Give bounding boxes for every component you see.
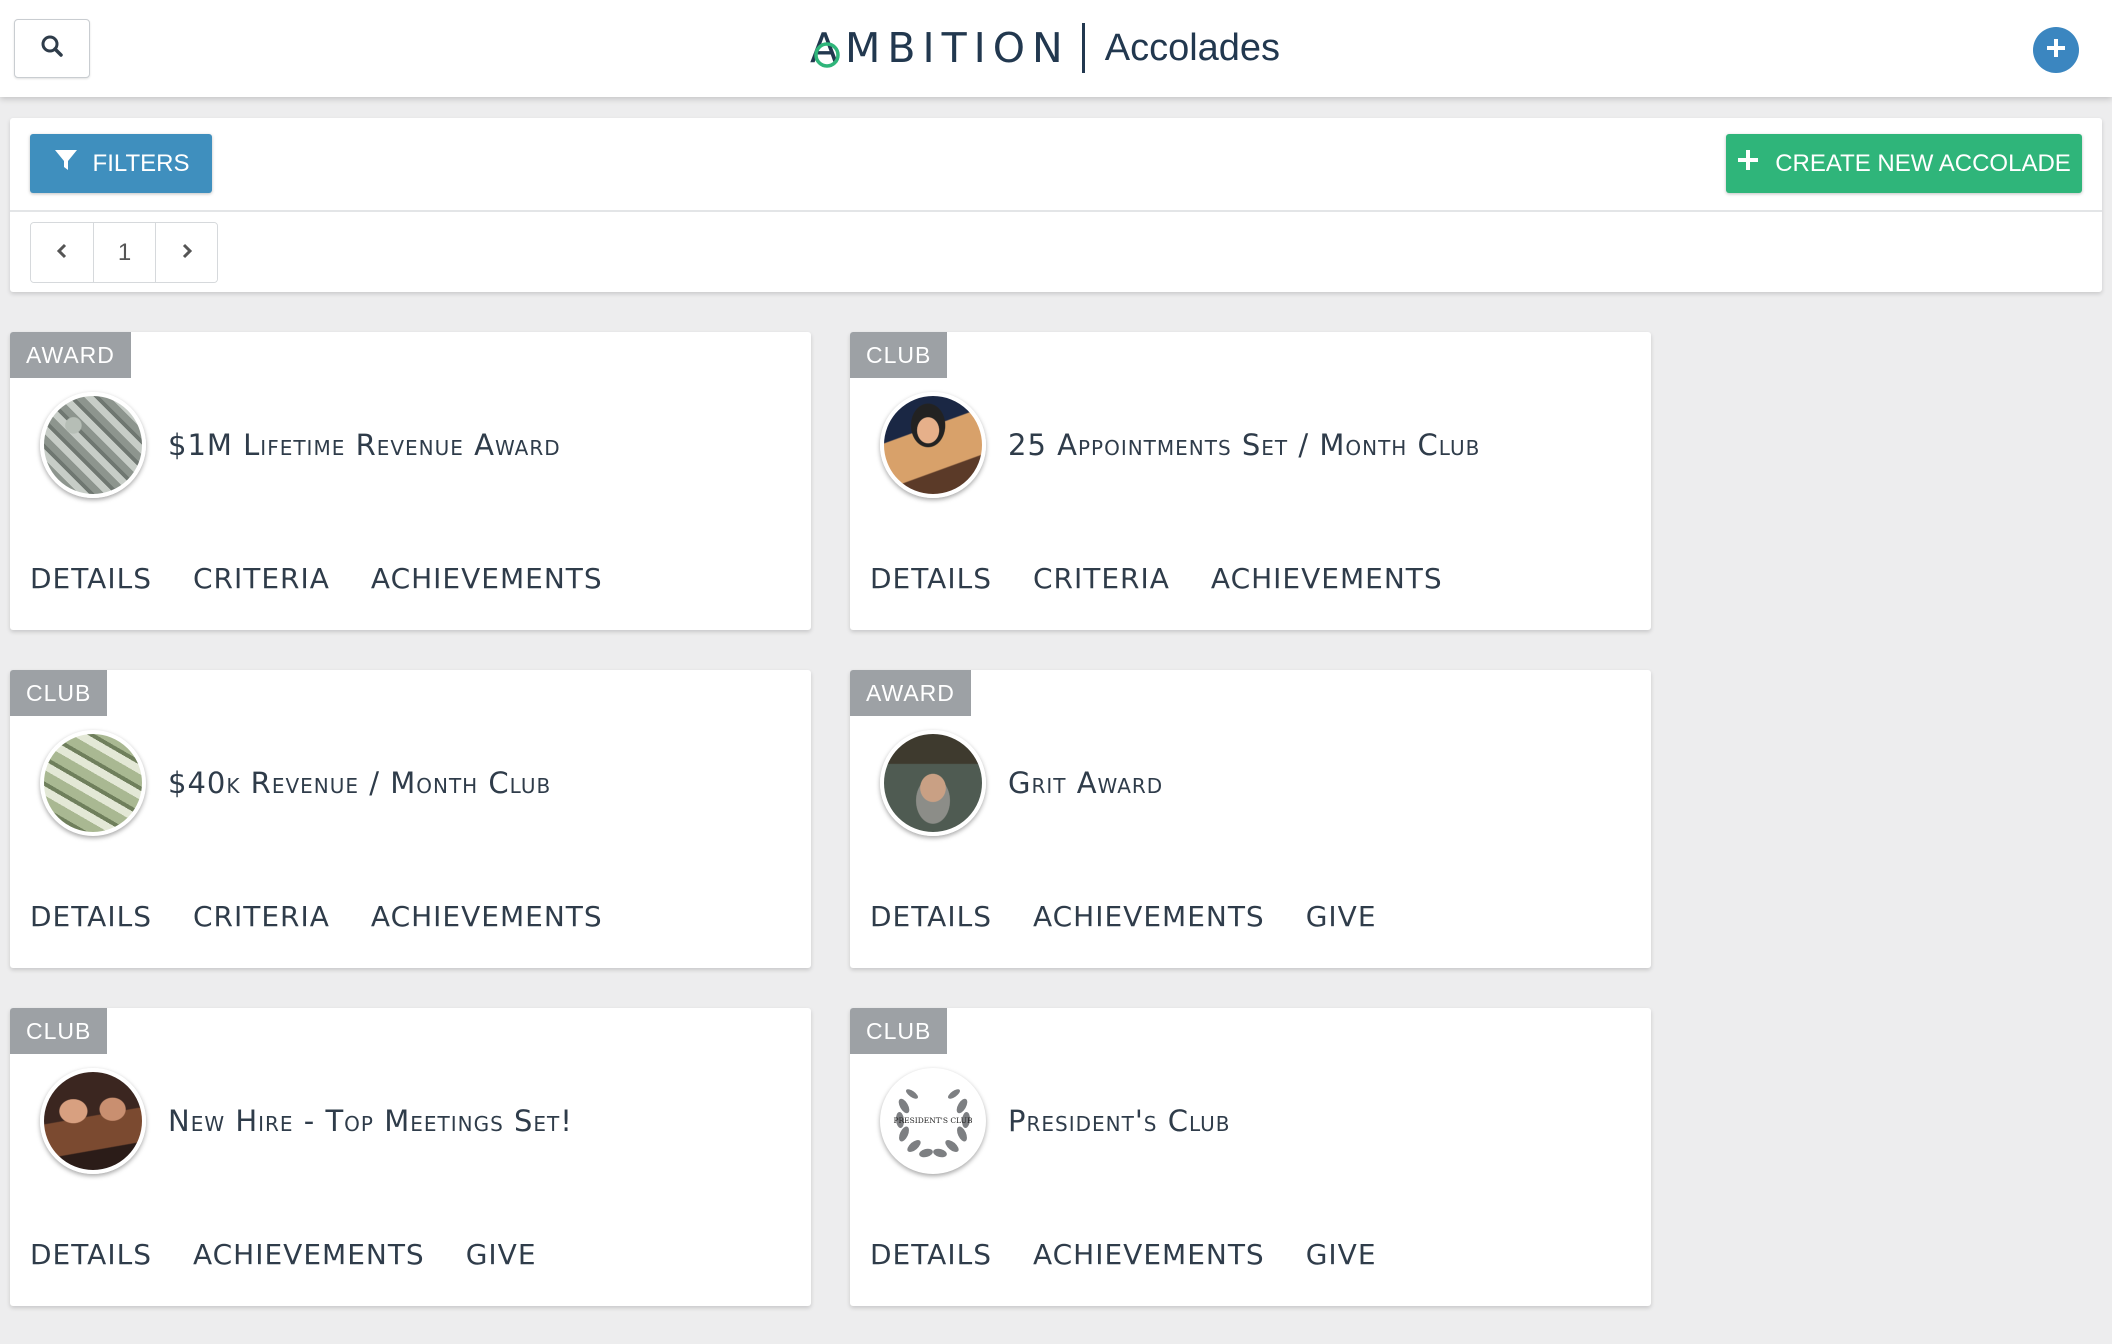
accolade-type-badge: CLUB	[10, 670, 108, 716]
pagination: 1	[30, 222, 218, 283]
accolade-card[interactable]: AWARD Grit Award DETAILS ACHIEVEMENTS GI…	[850, 670, 1651, 968]
accolade-avatar-money-stacks-image	[40, 392, 146, 498]
brand-word-text: AMBITION	[810, 24, 1070, 72]
card-actions: DETAILS CRITERIA ACHIEVEMENTS	[30, 562, 603, 595]
add-button[interactable]	[2033, 27, 2079, 73]
brand-divider	[1081, 23, 1085, 73]
accolade-avatar-cowboy-image	[880, 730, 986, 836]
laurel-wreath-icon: PRESIDENT'S CLUB	[893, 1089, 973, 1158]
accolade-card[interactable]: CLUB 25 Appointments Set / Month Club DE…	[850, 332, 1651, 630]
filter-funnel-icon	[53, 147, 79, 180]
give-link[interactable]: GIVE	[1306, 900, 1377, 933]
accolade-title[interactable]: President's Club	[1008, 1104, 1230, 1138]
svg-text:PRESIDENT'S CLUB: PRESIDENT'S CLUB	[893, 1116, 973, 1125]
details-link[interactable]: DETAILS	[30, 562, 152, 595]
accolade-card[interactable]: CLUB $40k Revenue / Month Club DETAILS C…	[10, 670, 811, 968]
accolade-card[interactable]: CLUB New Hire - Top Meetings Set! DETAIL…	[10, 1008, 811, 1306]
criteria-link[interactable]: CRITERIA	[1033, 562, 1170, 595]
achievements-link[interactable]: ACHIEVEMENTS	[1033, 900, 1265, 933]
accolade-card[interactable]: AWARD $1M Lifetime Revenue Award DETAILS…	[10, 332, 811, 630]
top-header: AMBITION Accolades	[0, 0, 2112, 97]
accolade-type-badge: CLUB	[850, 1008, 948, 1054]
accolade-title[interactable]: Grit Award	[1008, 766, 1163, 800]
details-link[interactable]: DETAILS	[30, 900, 152, 933]
accolade-avatar-men-celebrating-image	[40, 1068, 146, 1174]
filters-button[interactable]: FILTERS	[30, 134, 212, 193]
page-number-button[interactable]: 1	[93, 223, 155, 282]
accolade-title[interactable]: $40k Revenue / Month Club	[168, 766, 551, 800]
accolade-avatar-man-phone-image	[880, 392, 986, 498]
next-page-button[interactable]	[155, 223, 217, 282]
accolade-avatar-presidents-club-laurel-logo: PRESIDENT'S CLUB	[880, 1068, 986, 1174]
create-new-accolade-label: CREATE NEW ACCOLADE	[1775, 149, 2071, 177]
accolade-title[interactable]: New Hire - Top Meetings Set!	[168, 1104, 573, 1138]
search-icon	[40, 34, 64, 63]
details-link[interactable]: DETAILS	[870, 562, 992, 595]
accolade-type-badge: CLUB	[10, 1008, 108, 1054]
card-actions: DETAILS ACHIEVEMENTS GIVE	[870, 1238, 1377, 1271]
give-link[interactable]: GIVE	[466, 1238, 537, 1271]
card-actions: DETAILS ACHIEVEMENTS GIVE	[870, 900, 1377, 933]
criteria-link[interactable]: CRITERIA	[193, 562, 330, 595]
brand-wordmark: AMBITION	[810, 24, 1070, 72]
accolade-type-badge: AWARD	[850, 670, 971, 716]
achievements-link[interactable]: ACHIEVEMENTS	[371, 562, 603, 595]
prev-page-button[interactable]	[31, 223, 93, 282]
card-actions: DETAILS ACHIEVEMENTS GIVE	[30, 1238, 537, 1271]
card-actions: DETAILS CRITERIA ACHIEVEMENTS	[30, 900, 603, 933]
create-new-accolade-button[interactable]: CREATE NEW ACCOLADE	[1726, 134, 2082, 193]
details-link[interactable]: DETAILS	[30, 1238, 152, 1271]
accolade-title[interactable]: $1M Lifetime Revenue Award	[168, 428, 561, 462]
toolbar-divider	[10, 210, 2102, 212]
search-button[interactable]	[14, 19, 90, 78]
details-link[interactable]: DETAILS	[870, 1238, 992, 1271]
criteria-link[interactable]: CRITERIA	[193, 900, 330, 933]
chevron-right-icon	[180, 239, 194, 267]
brand-logo[interactable]: AMBITION Accolades	[810, 22, 1280, 74]
accolade-title[interactable]: 25 Appointments Set / Month Club	[1008, 428, 1480, 462]
filters-label: FILTERS	[92, 149, 190, 177]
accolade-type-badge: CLUB	[850, 332, 948, 378]
card-actions: DETAILS CRITERIA ACHIEVEMENTS	[870, 562, 1443, 595]
achievements-link[interactable]: ACHIEVEMENTS	[193, 1238, 425, 1271]
achievements-link[interactable]: ACHIEVEMENTS	[371, 900, 603, 933]
accolade-avatar-dollar-bills-image	[40, 730, 146, 836]
chevron-left-icon	[55, 239, 69, 267]
plus-icon	[1737, 149, 1759, 178]
give-link[interactable]: GIVE	[1306, 1238, 1377, 1271]
accolade-type-badge: AWARD	[10, 332, 131, 378]
plus-icon	[2045, 37, 2067, 64]
accolade-card[interactable]: CLUB PRESIDENT'S CLUB President's Club D…	[850, 1008, 1651, 1306]
achievements-link[interactable]: ACHIEVEMENTS	[1211, 562, 1443, 595]
page-title: Accolades	[1104, 26, 1281, 69]
details-link[interactable]: DETAILS	[870, 900, 992, 933]
toolbar-panel: FILTERS CREATE NEW ACCOLADE 1	[10, 118, 2102, 292]
achievements-link[interactable]: ACHIEVEMENTS	[1033, 1238, 1265, 1271]
